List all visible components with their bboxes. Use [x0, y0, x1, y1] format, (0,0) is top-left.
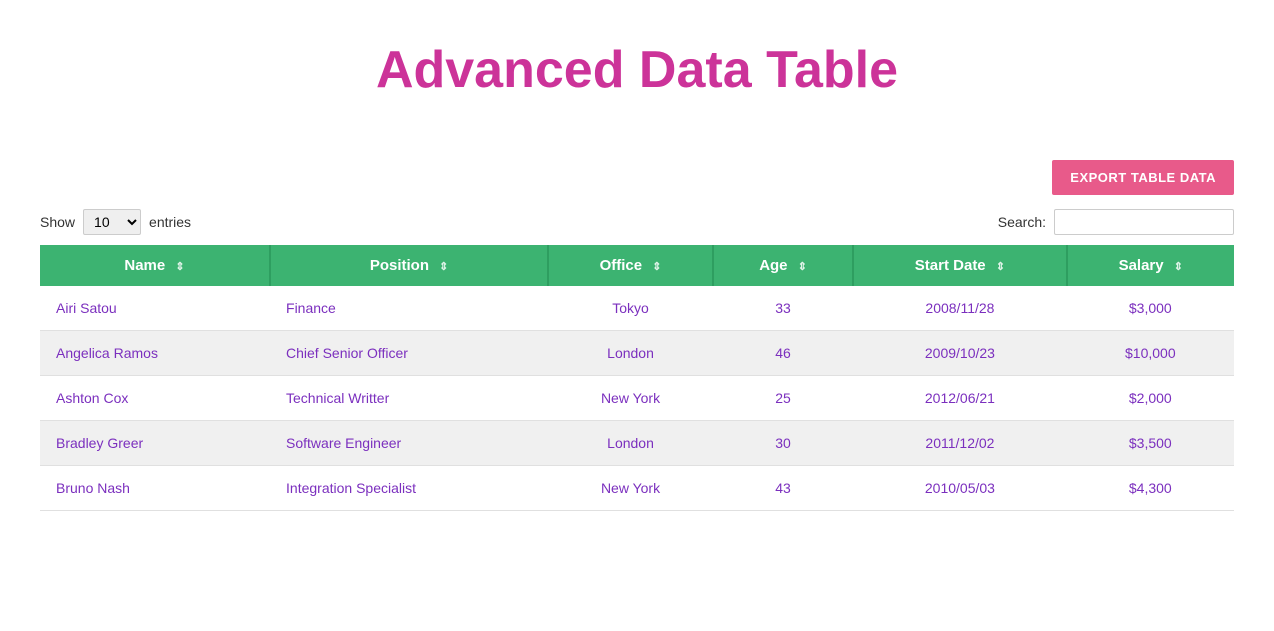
cell-position: Technical Writter: [270, 376, 548, 421]
sort-icon-name: ⇕: [175, 260, 184, 273]
toolbar: EXPORT TABLE DATA: [40, 160, 1234, 195]
show-entries-control: Show 10 25 50 100 entries: [40, 209, 191, 235]
cell-start_date: 2012/06/21: [853, 376, 1066, 421]
search-input[interactable]: [1054, 209, 1234, 235]
col-age[interactable]: Age ⇕: [713, 245, 853, 286]
cell-start_date: 2009/10/23: [853, 331, 1066, 376]
cell-office: New York: [548, 466, 713, 511]
header-row: Name ⇕ Position ⇕ Office ⇕ Age ⇕ Start D…: [40, 245, 1234, 286]
table-row: Angelica RamosChief Senior OfficerLondon…: [40, 331, 1234, 376]
data-table: Name ⇕ Position ⇕ Office ⇕ Age ⇕ Start D…: [40, 245, 1234, 511]
show-label: Show: [40, 214, 75, 230]
cell-age: 25: [713, 376, 853, 421]
table-row: Airi SatouFinanceTokyo332008/11/28$3,000: [40, 286, 1234, 331]
sort-icon-start-date: ⇕: [996, 260, 1005, 273]
col-position[interactable]: Position ⇕: [270, 245, 548, 286]
cell-age: 43: [713, 466, 853, 511]
cell-age: 30: [713, 421, 853, 466]
cell-salary: $2,000: [1067, 376, 1234, 421]
cell-start_date: 2011/12/02: [853, 421, 1066, 466]
sort-icon-age: ⇕: [798, 260, 807, 273]
entries-select[interactable]: 10 25 50 100: [83, 209, 141, 235]
controls-bar: Show 10 25 50 100 entries Search:: [40, 209, 1234, 235]
cell-name: Ashton Cox: [40, 376, 270, 421]
table-row: Bruno NashIntegration SpecialistNew York…: [40, 466, 1234, 511]
search-label: Search:: [998, 214, 1046, 230]
sort-icon-position: ⇕: [439, 260, 448, 273]
col-salary[interactable]: Salary ⇕: [1067, 245, 1234, 286]
table-header: Name ⇕ Position ⇕ Office ⇕ Age ⇕ Start D…: [40, 245, 1234, 286]
cell-salary: $10,000: [1067, 331, 1234, 376]
cell-position: Finance: [270, 286, 548, 331]
cell-age: 33: [713, 286, 853, 331]
cell-salary: $3,000: [1067, 286, 1234, 331]
export-button[interactable]: EXPORT TABLE DATA: [1052, 160, 1234, 195]
cell-age: 46: [713, 331, 853, 376]
table-row: Bradley GreerSoftware EngineerLondon3020…: [40, 421, 1234, 466]
cell-name: Angelica Ramos: [40, 331, 270, 376]
col-start-date[interactable]: Start Date ⇕: [853, 245, 1066, 286]
cell-name: Bradley Greer: [40, 421, 270, 466]
entries-label: entries: [149, 214, 191, 230]
cell-position: Software Engineer: [270, 421, 548, 466]
sort-icon-salary: ⇕: [1174, 260, 1183, 273]
title-part2: Data Table: [639, 41, 898, 99]
cell-start_date: 2010/05/03: [853, 466, 1066, 511]
cell-position: Integration Specialist: [270, 466, 548, 511]
cell-office: New York: [548, 376, 713, 421]
cell-office: London: [548, 421, 713, 466]
col-name[interactable]: Name ⇕: [40, 245, 270, 286]
col-office[interactable]: Office ⇕: [548, 245, 713, 286]
cell-name: Airi Satou: [40, 286, 270, 331]
sort-icon-office: ⇕: [652, 260, 661, 273]
cell-office: Tokyo: [548, 286, 713, 331]
title-part1: Advanced: [376, 41, 639, 99]
cell-start_date: 2008/11/28: [853, 286, 1066, 331]
cell-position: Chief Senior Officer: [270, 331, 548, 376]
cell-name: Bruno Nash: [40, 466, 270, 511]
search-box: Search:: [998, 209, 1234, 235]
cell-salary: $4,300: [1067, 466, 1234, 511]
cell-office: London: [548, 331, 713, 376]
page-title: Advanced Data Table: [40, 20, 1234, 100]
table-row: Ashton CoxTechnical WritterNew York25201…: [40, 376, 1234, 421]
cell-salary: $3,500: [1067, 421, 1234, 466]
table-body: Airi SatouFinanceTokyo332008/11/28$3,000…: [40, 286, 1234, 511]
